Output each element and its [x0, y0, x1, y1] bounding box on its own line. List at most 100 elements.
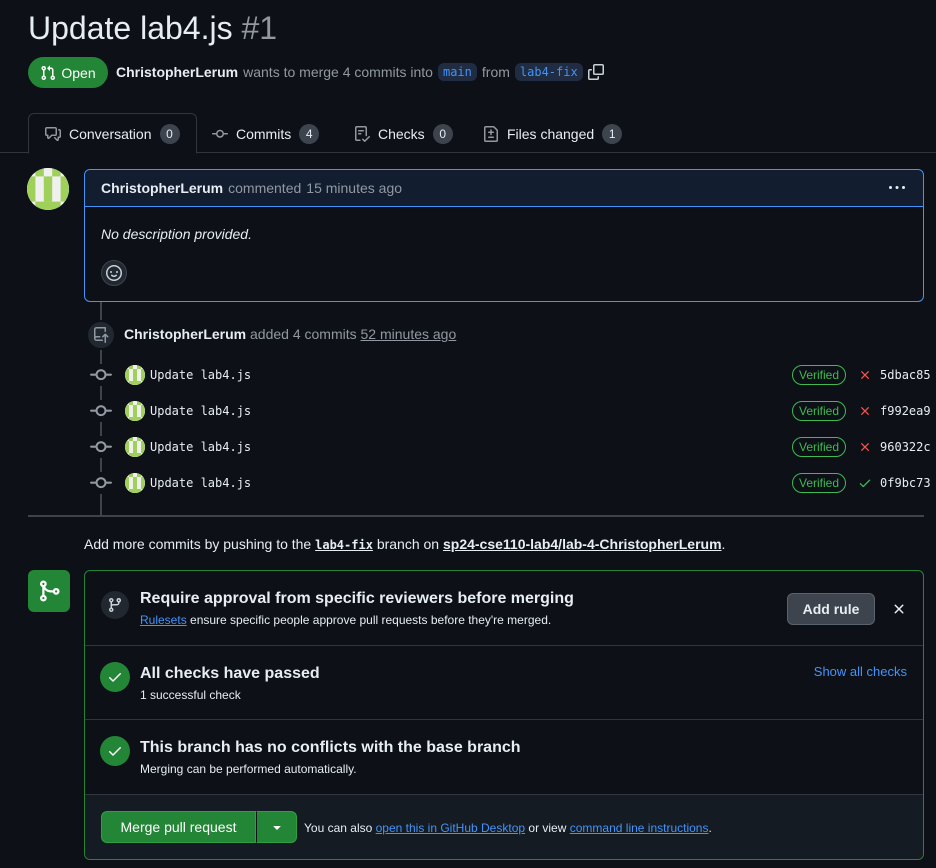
merge-footer: Merge pull request You can also open thi… — [85, 795, 923, 859]
commit-status-group: Verified 5dbac85 — [792, 365, 931, 385]
repo-push-badge — [86, 320, 116, 350]
from-text: from — [481, 64, 510, 80]
commit-message[interactable]: Update lab4.js — [150, 404, 251, 418]
push-hint: Add more commits by pushing to the lab4-… — [84, 536, 725, 552]
pr-number: #1 — [241, 10, 278, 46]
checks-title: All checks have passed — [140, 665, 320, 682]
add-reaction-button[interactable] — [101, 260, 127, 286]
tab-files-changed[interactable]: Files changed 1 — [467, 113, 638, 154]
commit-message[interactable]: Update lab4.js — [150, 476, 251, 490]
tab-label: Checks — [378, 125, 425, 142]
tab-counter: 1 — [602, 123, 623, 144]
git-commit-icon — [90, 400, 112, 422]
tab-conversation[interactable]: Conversation 0 — [28, 113, 197, 154]
add-rule-button[interactable]: Add rule — [787, 593, 875, 625]
commit-sha[interactable]: 0f9bc73 — [880, 476, 931, 490]
merge-pull-request-button[interactable]: Merge pull request — [101, 811, 256, 843]
git-commit-icon — [212, 129, 228, 138]
comment-header: ChristopherLerum commented 15 minutes ag… — [85, 170, 923, 207]
alt-prefix: You can also — [304, 821, 373, 835]
alt-suffix: . — [708, 821, 712, 835]
event-author[interactable]: ChristopherLerum — [124, 326, 246, 342]
github-desktop-link[interactable]: open this in GitHub Desktop — [376, 821, 525, 835]
x-icon — [861, 371, 869, 379]
commit-message[interactable]: Update lab4.js — [150, 368, 251, 382]
commit-row: Update lab4.js Verified 5dbac85 — [90, 363, 931, 387]
merge-alt-text: You can also open this in GitHub Desktop… — [304, 821, 712, 835]
verified-badge[interactable]: Verified — [792, 401, 847, 421]
close-icon[interactable] — [891, 601, 907, 617]
push-hint-branch[interactable]: lab4-fix — [315, 538, 373, 552]
git-merge-icon — [40, 580, 60, 602]
comment-time[interactable]: 15 minutes ago — [306, 180, 402, 196]
check-icon — [109, 747, 121, 756]
author-link[interactable]: ChristopherLerum — [116, 64, 238, 80]
comment-action: commented — [228, 180, 302, 196]
status-badge: Open — [28, 57, 108, 88]
comment-discussion-icon — [45, 126, 61, 141]
commit-sha[interactable]: 960322c — [880, 440, 931, 454]
push-hint-repo[interactable]: sp24-cse110-lab4/lab-4-ChristopherLerum — [443, 536, 722, 552]
conflicts-section: This branch has no conflicts with the ba… — [85, 720, 923, 795]
copy-icon[interactable] — [587, 64, 604, 80]
ruleset-desc-text: ensure specific people approve pull requ… — [190, 613, 552, 627]
avatar[interactable] — [125, 473, 145, 493]
alt-middle: or view — [528, 821, 567, 835]
commit-sha[interactable]: 5dbac85 — [880, 368, 931, 382]
avatar[interactable] — [125, 437, 145, 457]
check-icon — [859, 479, 871, 488]
avatar[interactable] — [27, 168, 69, 210]
commit-check-status[interactable] — [858, 440, 872, 454]
file-diff-icon — [484, 125, 498, 142]
triangle-down-icon — [272, 826, 281, 830]
show-all-checks-link[interactable]: Show all checks — [814, 664, 907, 679]
verified-badge[interactable]: Verified — [792, 365, 847, 385]
commit-row: Update lab4.js Verified 960322c — [90, 435, 931, 459]
commits-event: ChristopherLerum added 4 commits 52 minu… — [124, 326, 456, 342]
tab-checks[interactable]: Checks 0 — [338, 113, 469, 154]
verified-badge[interactable]: Verified — [792, 437, 847, 457]
identicon-avatar — [27, 168, 69, 210]
conflicts-title: This branch has no conflicts with the ba… — [140, 739, 521, 756]
merge-options-dropdown[interactable] — [256, 811, 297, 843]
git-commit-icon — [90, 364, 112, 386]
tab-commits[interactable]: Commits 4 — [196, 113, 335, 154]
commit-check-status[interactable] — [858, 476, 872, 490]
head-branch-label[interactable]: lab4-fix — [514, 63, 583, 81]
merge-button-group: Merge pull request — [101, 811, 297, 843]
tab-label: Files changed — [507, 125, 595, 142]
pr-title: Update lab4.js — [28, 10, 233, 46]
check-icon — [109, 673, 121, 682]
comment-author[interactable]: ChristopherLerum — [101, 180, 223, 196]
avatar[interactable] — [125, 365, 145, 385]
commit-sha[interactable]: f992ea9 — [880, 404, 931, 418]
event-action: added 4 commits — [250, 326, 357, 342]
commit-status-group: Verified 960322c — [792, 437, 931, 457]
commit-row: Update lab4.js Verified f992ea9 — [90, 399, 931, 423]
push-hint-middle: branch on — [376, 536, 440, 552]
branch-icon-badge — [101, 591, 129, 619]
commit-status-group: Verified f992ea9 — [792, 401, 931, 421]
check-circle-icon — [100, 736, 130, 766]
base-branch-label[interactable]: main — [437, 63, 477, 81]
check-circle-icon — [100, 662, 130, 692]
repo-push-icon — [94, 327, 109, 343]
commit-check-status[interactable] — [858, 404, 872, 418]
avatar[interactable] — [125, 401, 145, 421]
commit-check-status[interactable] — [858, 368, 872, 382]
status-label: Open — [61, 64, 96, 81]
tab-counter: 0 — [432, 123, 453, 144]
commit-message[interactable]: Update lab4.js — [150, 440, 251, 454]
kebab-horizontal-icon[interactable] — [889, 180, 905, 196]
rulesets-link[interactable]: Rulesets — [140, 613, 187, 627]
tab-counter: 0 — [159, 123, 180, 144]
event-time[interactable]: 52 minutes ago — [361, 326, 457, 342]
merge-status-badge — [28, 570, 70, 612]
x-icon — [861, 407, 869, 415]
verified-badge[interactable]: Verified — [792, 473, 847, 493]
command-line-link[interactable]: command line instructions — [570, 821, 709, 835]
meta-text: wants to merge 4 commits into — [243, 64, 433, 80]
checks-section: All checks have passed 1 successful chec… — [85, 646, 923, 720]
ruleset-title: Require approval from specific reviewers… — [140, 590, 574, 607]
commit-row: Update lab4.js Verified 0f9bc73 — [90, 471, 931, 495]
